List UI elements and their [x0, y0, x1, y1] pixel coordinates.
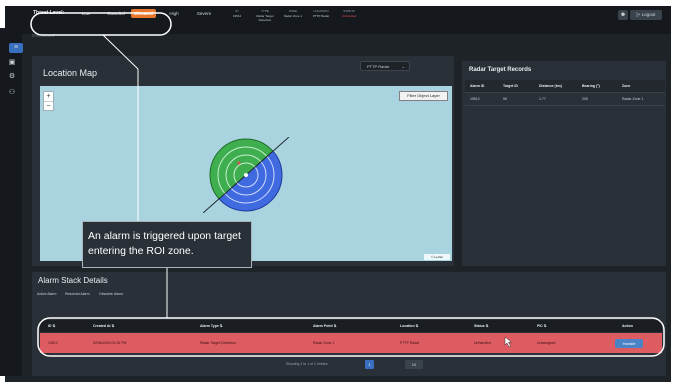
- table-cell: Radar Zone 1: [622, 97, 644, 101]
- ticker-value-zone: Radar Zone 1: [283, 14, 303, 18]
- threat-level-label: Threat Level:: [33, 10, 65, 16]
- threat-low-button[interactable]: Low: [75, 9, 97, 18]
- column-header[interactable]: Alarm ID: [470, 84, 484, 88]
- chevron-down-icon: ⌄: [401, 64, 405, 69]
- users-icon[interactable]: ⚇: [5, 88, 19, 98]
- zoom-control: + −: [43, 91, 54, 111]
- radar-records-table: Alarm ID Target ID Distance (km) Bearing…: [465, 80, 665, 106]
- alarm-status: Unhandled: [474, 341, 491, 345]
- column-header[interactable]: Bearing (°): [582, 84, 600, 88]
- ticker-value-type: Radar Target Detection: [256, 14, 274, 22]
- ticker-header-id: ID: [235, 9, 239, 13]
- pagination-info: Showing 1 to 1 of 1 entries: [286, 362, 328, 366]
- ticker-header-status: STATUS: [343, 9, 355, 13]
- threat-high-button[interactable]: High: [166, 9, 182, 18]
- ticker-value-location: PTTP Radar: [312, 14, 330, 18]
- column-header[interactable]: ID ⇅: [48, 324, 55, 328]
- table-cell: 19512: [470, 97, 480, 101]
- column-header[interactable]: Alarm Type ⇅: [200, 324, 223, 328]
- table-cell: 205: [582, 97, 588, 101]
- logout-button[interactable]: [+ Logout: [630, 10, 662, 20]
- alarm-created-at: 02/06/2024 01:25 PM: [93, 341, 127, 345]
- alarm-id: 19512: [48, 341, 58, 345]
- ticker-header-type: TYPE: [261, 9, 269, 13]
- person-icon[interactable]: ☻: [618, 10, 628, 20]
- ticker-value-id: 19512: [232, 14, 242, 18]
- zoom-in-button[interactable]: +: [44, 92, 53, 102]
- table-cell: 56: [503, 97, 507, 101]
- alarm-type: Radar Target Detection: [200, 341, 236, 345]
- table-cell: 1.77: [539, 97, 546, 101]
- dashboard-icon[interactable]: ≡: [9, 43, 23, 53]
- per-page-select[interactable]: 10: [405, 360, 423, 369]
- alarm-stack-title: Alarm Stack Details: [38, 276, 108, 285]
- alarm-point: Radar Zone 1: [313, 341, 335, 345]
- filter-object-layer-button[interactable]: Filter Object Layer: [399, 91, 448, 101]
- alarm-table-row[interactable]: 19512 02/06/2024 01:25 PM Radar Target D…: [40, 333, 662, 353]
- column-header: Action: [622, 324, 633, 328]
- alarm-ticker[interactable]: ID TYPE ZONE LOCATION STATUS 19512 Radar…: [224, 9, 364, 22]
- radar-coverage-graphic: [203, 137, 289, 213]
- threat-elevated-button[interactable]: Elevated: [131, 9, 156, 18]
- callout-text: An alarm is triggered upon target enteri…: [88, 230, 241, 257]
- tab-obsolete-alarm[interactable]: Obsolete Alarm: [99, 292, 123, 296]
- ticker-header-location: LOCATION: [313, 9, 329, 13]
- column-header[interactable]: Created At ⇅: [93, 324, 114, 328]
- column-header[interactable]: Status ⇅: [474, 324, 489, 328]
- folder-icon[interactable]: ▣: [5, 58, 19, 68]
- threat-severe-button[interactable]: Severe: [192, 9, 216, 18]
- table-row[interactable]: 19512 56 1.77 205 Radar Zone 1: [465, 93, 665, 106]
- handle-button[interactable]: Handle: [615, 339, 643, 348]
- radar-select-value: PTTP Radar: [367, 64, 390, 69]
- page-button-current[interactable]: 1: [365, 360, 374, 369]
- map-credit[interactable]: © Leaflet: [424, 254, 450, 260]
- column-header[interactable]: PIC ⇅: [537, 324, 547, 328]
- zoom-out-button[interactable]: −: [44, 102, 53, 111]
- column-header[interactable]: Zone: [622, 84, 630, 88]
- column-header[interactable]: Distance (km): [539, 84, 562, 88]
- radar-center-marker: [244, 173, 248, 177]
- radar-records-title: Radar Target Records: [469, 67, 532, 73]
- threat-guarded-button[interactable]: Guarded: [101, 9, 131, 18]
- column-header[interactable]: Target ID: [503, 84, 518, 88]
- target-marker[interactable]: [237, 161, 241, 165]
- table-header-row: Alarm ID Target ID Distance (km) Bearing…: [465, 80, 665, 93]
- location-map-title: Location Map: [43, 68, 98, 78]
- ticker-value-status: Unhandled: [341, 14, 357, 18]
- breadcrumb: Dashboard: [32, 33, 55, 38]
- alarm-pic: Unassigned: [537, 341, 556, 345]
- alarm-table-header: ID ⇅ Created At ⇅ Alarm Type ⇅ Alarm Poi…: [40, 320, 662, 332]
- column-header[interactable]: Alarm Point ⇅: [313, 324, 337, 328]
- alarm-location: PTTP Radar: [400, 341, 420, 345]
- settings-icon[interactable]: ⚙: [5, 72, 19, 82]
- radar-select[interactable]: PTTP Radar ⌄: [360, 61, 410, 71]
- tab-active-alarm[interactable]: Active Alarm: [37, 292, 56, 296]
- tab-resolved-alarm[interactable]: Resolved Alarm: [65, 292, 90, 296]
- ticker-header-zone: ZONE: [288, 9, 298, 13]
- column-header[interactable]: Location ⇅: [400, 324, 419, 328]
